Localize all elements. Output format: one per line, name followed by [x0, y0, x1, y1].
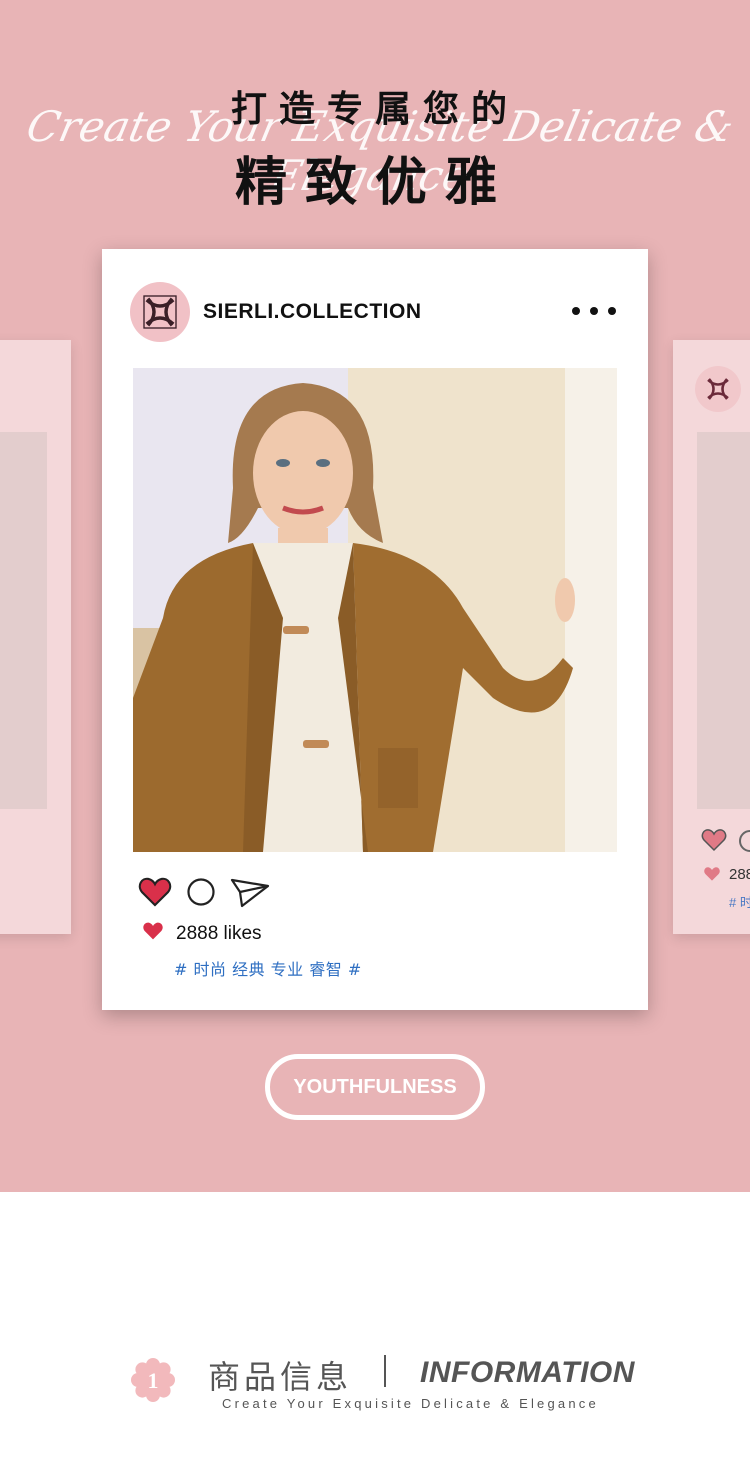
more-dots-icon[interactable] [572, 299, 616, 323]
post-actions [138, 875, 270, 909]
brand-logo-icon[interactable] [130, 282, 190, 342]
brand-logo-icon [695, 366, 741, 412]
like-heart-icon [703, 866, 721, 887]
hero-section: 打造专属您的 Create Your Exquisite Delicate & … [0, 0, 750, 1192]
heart-icon[interactable] [138, 876, 172, 908]
post-tags[interactable]: # 时尚 经典 专业 睿智 # [174, 956, 362, 980]
info-title-cn: 商品信息 [208, 1358, 353, 1396]
title-divider [384, 1355, 386, 1387]
send-icon[interactable] [230, 876, 270, 908]
comment-icon[interactable] [186, 877, 216, 907]
info-title-en: INFORMATION [420, 1356, 635, 1389]
comment-icon [739, 830, 750, 852]
post-card: SIERLI.COLLECTION 2888 likes # 时尚 经典 专业 … [102, 249, 648, 1010]
badge-number: 1 [148, 1368, 159, 1393]
likes-count: 2888 likes [176, 922, 262, 944]
youthfulness-button[interactable]: YOUTHFULNESS [265, 1054, 485, 1120]
info-section: 1 商品信息 INFORMATION Create Your Exquisite… [0, 1192, 750, 1461]
likes-row: 2888 likes [142, 921, 262, 946]
account-name[interactable]: SIERLI.COLLECTION [203, 300, 422, 324]
ghost-tags: # 时 [729, 895, 750, 910]
ghost-card-left [0, 340, 71, 934]
like-heart-icon [142, 921, 164, 946]
hero-title-main: 精致优雅 [234, 153, 515, 213]
flower-badge-icon: 1 [130, 1357, 176, 1403]
ghost-card-image [0, 432, 47, 809]
heart-outline-icon [701, 828, 727, 857]
ghost-card-right: 288 # 时 [673, 340, 750, 934]
hero-title-top: 打造专属您的 [230, 89, 519, 130]
post-photo [133, 368, 617, 852]
ghost-card-image [697, 432, 750, 809]
info-subtitle: Create Your Exquisite Delicate & Eleganc… [222, 1396, 599, 1411]
ghost-likes-count: 288 [729, 866, 750, 883]
